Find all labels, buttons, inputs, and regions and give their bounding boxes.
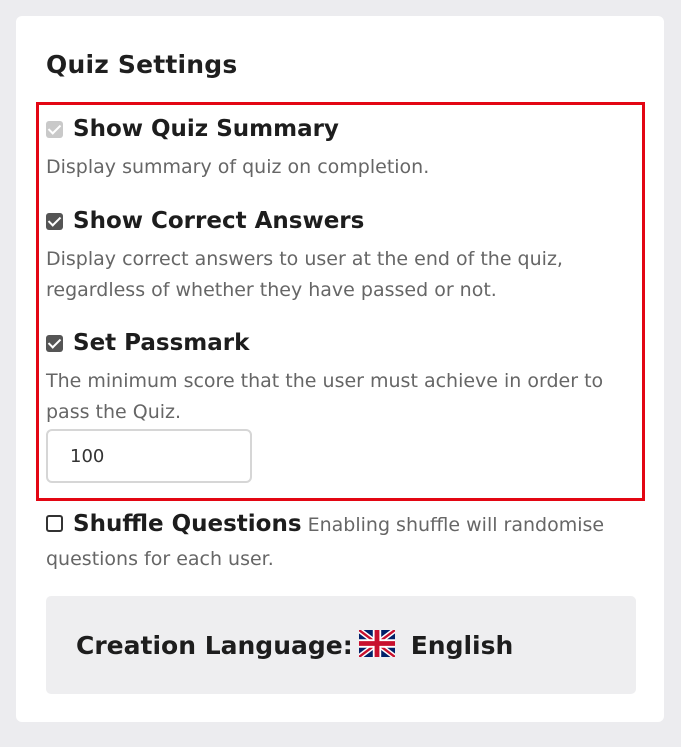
show-correct-answers-checkbox[interactable] xyxy=(46,212,63,230)
passmark-input[interactable] xyxy=(46,429,252,483)
show-correct-answers-option: Show Correct Answers xyxy=(46,208,364,234)
show-quiz-summary-option: Show Quiz Summary xyxy=(46,116,339,142)
show-correct-answers-description: Display correct answers to user at the e… xyxy=(46,248,563,301)
show-quiz-summary-description: Display summary of quiz on completion. xyxy=(46,156,430,178)
shuffle-questions-label: Shuffle Questions xyxy=(73,511,302,537)
shuffle-questions-checkbox[interactable] xyxy=(46,515,63,532)
creation-language-label: Creation Language: xyxy=(76,630,353,660)
panel-title: Quiz Settings xyxy=(46,50,238,79)
set-passmark-checkbox[interactable] xyxy=(46,334,63,352)
set-passmark-option: Set Passmark xyxy=(46,330,249,356)
set-passmark-description: The minimum score that the user must ach… xyxy=(46,370,604,423)
quiz-settings-card: Quiz Settings Show Quiz Summary Display … xyxy=(16,16,664,722)
creation-language-box: Creation Language: English xyxy=(46,596,636,694)
set-passmark-label: Set Passmark xyxy=(73,330,250,356)
shuffle-questions-option: Shuffle Questions Enabling shuffle will … xyxy=(46,507,606,576)
uk-flag-icon xyxy=(357,627,397,661)
show-quiz-summary-checkbox[interactable] xyxy=(46,120,63,138)
show-correct-answers-label: Show Correct Answers xyxy=(73,208,365,234)
creation-language-value: English xyxy=(410,630,514,660)
show-quiz-summary-label: Show Quiz Summary xyxy=(73,116,339,142)
